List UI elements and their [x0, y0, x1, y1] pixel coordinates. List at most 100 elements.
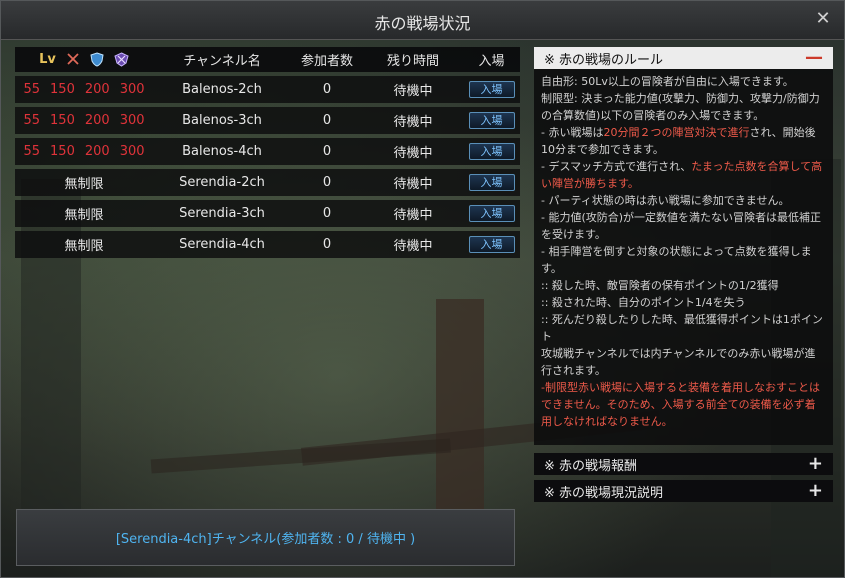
rule-text: - 相手陣営を倒すと対象の状態によって点数を獲得します。	[541, 245, 812, 275]
enter-button[interactable]: 入場	[468, 205, 515, 222]
attack-value: 150	[50, 113, 75, 128]
selected-channel-status: [Serendia-4ch]チャンネル(参加者数 : 0 / 待機中 )	[16, 509, 515, 566]
lv-value: 55	[23, 113, 41, 128]
rule-line: -制限型赤い戦場に入場すると装備を着用しなおすことはできません。そのため、入場す…	[541, 379, 826, 430]
lv-value: 55	[23, 144, 41, 159]
rule-text: 自由形: 50Lv以上の冒険者が自由に入場できます。	[541, 75, 794, 88]
rules-header[interactable]: ※ 赤の戦場のルール —	[534, 47, 833, 69]
rule-text: :: 死んだり殺したりした時、最低獲得ポイントは1ポイント	[541, 313, 823, 343]
rule-text: - 能力値(攻防合)が一定数値を満たない冒険者は最低補正を受けます。	[541, 211, 822, 241]
lv-unrestricted: 無制限	[64, 208, 104, 223]
crossed-swords-icon	[67, 53, 79, 65]
lv-value: 55	[23, 82, 41, 97]
lv-limits: 55 150 200 300	[15, 144, 153, 159]
rule-line: - 赤い戦場は20分間２つの陣営対決で進行され、開始後10分まで参加できます。	[541, 124, 826, 158]
channel-name: Balenos-2ch	[182, 82, 262, 97]
total-value: 300	[119, 82, 145, 97]
rule-line: - パーティ状態の時は赤い戦場に参加できません。	[541, 192, 826, 209]
crest-icon	[114, 52, 129, 67]
channel-table: Lv チャンネル名 参加者数 残り時間 入場 55 150 200 300 Ba…	[15, 47, 520, 258]
participant-count: 0	[322, 206, 332, 221]
participant-count: 0	[322, 237, 332, 252]
total-value: 300	[119, 113, 145, 128]
rule-text: - デスマッチ方式で進行され、	[541, 160, 692, 173]
rule-line: 攻城戦チャンネルでは内チャンネルでのみ赤い戦場が進行されます。	[541, 345, 826, 379]
table-row[interactable]: 55 150 200 300 Balenos-2ch 0 待機中 入場	[15, 76, 520, 103]
status-info-header[interactable]: ※ 赤の戦場現況説明 +	[534, 480, 833, 502]
lv-limits: 55 150 200 300	[15, 113, 153, 128]
rule-text: :: 殺された時、自分のポイント1/4を失う	[541, 296, 746, 309]
remaining-time: 待機中	[393, 239, 433, 254]
header-remaining: 残り時間	[386, 54, 439, 69]
total-value: 300	[119, 144, 145, 159]
expand-icon[interactable]: +	[808, 455, 823, 473]
participant-count: 0	[322, 82, 332, 97]
participant-count: 0	[322, 175, 332, 190]
rule-text: 制限型: 決まった能力値(攻撃力、防御力、攻撃力/防御力の合算数値)以下の冒険者…	[541, 92, 820, 122]
status-info-title: ※ 赤の戦場現況説明	[544, 485, 664, 501]
channel-name: Balenos-4ch	[182, 144, 262, 159]
table-row[interactable]: 55 150 200 300 Balenos-4ch 0 待機中 入場	[15, 138, 520, 165]
rule-highlight: 20分間２つの陣営対決で進行	[603, 126, 750, 139]
attack-value: 150	[50, 144, 75, 159]
rule-line: :: 死んだり殺したりした時、最低獲得ポイントは1ポイント	[541, 311, 826, 345]
titlebar: 赤の戦場状況 ✕	[1, 1, 844, 40]
participant-count: 0	[322, 144, 332, 159]
header-lv: Lv	[15, 52, 153, 67]
window-title: 赤の戦場状況	[374, 14, 471, 33]
rules-text: 自由形: 50Lv以上の冒険者が自由に入場できます。制限型: 決まった能力値(攻…	[534, 69, 833, 445]
battlefield-window: 赤の戦場状況 ✕ Lv チャンネル名 参加者数 残り時間 入場 55 150 2…	[0, 0, 845, 578]
channel-name: Serendia-2ch	[179, 175, 265, 190]
table-row[interactable]: 55 150 200 300 Balenos-3ch 0 待機中 入場	[15, 107, 520, 134]
rule-text: - パーティ状態の時は赤い戦場に参加できません。	[541, 194, 790, 207]
close-icon[interactable]: ✕	[812, 8, 834, 30]
rule-text: 攻城戦チャンネルでは内チャンネルでのみ赤い戦場が進行されます。	[541, 347, 816, 377]
header-participants: 参加者数	[300, 54, 353, 69]
remaining-time: 待機中	[393, 84, 433, 99]
participant-count: 0	[322, 113, 332, 128]
table-row[interactable]: 無制限 Serendia-3ch 0 待機中 入場	[15, 200, 520, 227]
defense-value: 200	[84, 113, 110, 128]
rule-line: - 相手陣営を倒すと対象の状態によって点数を獲得します。	[541, 243, 826, 277]
enter-button[interactable]: 入場	[468, 81, 515, 98]
enter-button[interactable]: 入場	[468, 112, 515, 129]
table-header: Lv チャンネル名 参加者数 残り時間 入場	[15, 47, 520, 72]
rewards-header[interactable]: ※ 赤の戦場報酬 +	[534, 453, 833, 475]
remaining-time: 待機中	[393, 208, 433, 223]
enter-button[interactable]: 入場	[468, 174, 515, 191]
remaining-time: 待機中	[393, 115, 433, 130]
rule-line: :: 殺した時、敵冒険者の保有ポイントの1/2獲得	[541, 277, 826, 294]
enter-button[interactable]: 入場	[468, 236, 515, 253]
rule-text: - 赤い戦場は	[541, 126, 604, 139]
rule-highlight: -制限型赤い戦場に入場すると装備を着用しなおすことはできません。そのため、入場す…	[541, 381, 820, 428]
remaining-time: 待機中	[393, 177, 433, 192]
lv-limits: 55 150 200 300	[15, 82, 153, 97]
table-row[interactable]: 無制限 Serendia-2ch 0 待機中 入場	[15, 169, 520, 196]
table-row[interactable]: 無制限 Serendia-4ch 0 待機中 入場	[15, 231, 520, 258]
expand-icon[interactable]: +	[808, 482, 823, 500]
lv-unrestricted: 無制限	[64, 177, 104, 192]
rule-line: 自由形: 50Lv以上の冒険者が自由に入場できます。	[541, 73, 826, 90]
shield-icon	[90, 52, 104, 67]
header-enter: 入場	[478, 54, 505, 69]
rule-text: :: 殺した時、敵冒険者の保有ポイントの1/2獲得	[541, 279, 779, 292]
rules-title: ※ 赤の戦場のルール	[544, 52, 664, 68]
remaining-time: 待機中	[393, 146, 433, 161]
defense-value: 200	[84, 144, 110, 159]
channel-name: Balenos-3ch	[182, 113, 262, 128]
rewards-title: ※ 赤の戦場報酬	[544, 458, 638, 474]
lv-unrestricted: 無制限	[64, 239, 104, 254]
channel-name: Serendia-3ch	[179, 206, 265, 221]
attack-value: 150	[50, 82, 75, 97]
rule-line: - 能力値(攻防合)が一定数値を満たない冒険者は最低補正を受けます。	[541, 209, 826, 243]
collapse-icon[interactable]: —	[805, 49, 823, 67]
channel-name: Serendia-4ch	[179, 237, 265, 252]
rule-line: 制限型: 決まった能力値(攻撃力、防御力、攻撃力/防御力の合算数値)以下の冒険者…	[541, 90, 826, 124]
header-channel: チャンネル名	[183, 54, 261, 69]
rule-line: :: 殺された時、自分のポイント1/4を失う	[541, 294, 826, 311]
defense-value: 200	[84, 82, 110, 97]
enter-button[interactable]: 入場	[468, 143, 515, 160]
rule-line: - デスマッチ方式で進行され、たまった点数を合算して高い陣営が勝ちます。	[541, 158, 826, 192]
info-panel: ※ 赤の戦場のルール — 自由形: 50Lv以上の冒険者が自由に入場できます。制…	[534, 47, 833, 502]
header-lv-label: Lv	[39, 52, 56, 67]
